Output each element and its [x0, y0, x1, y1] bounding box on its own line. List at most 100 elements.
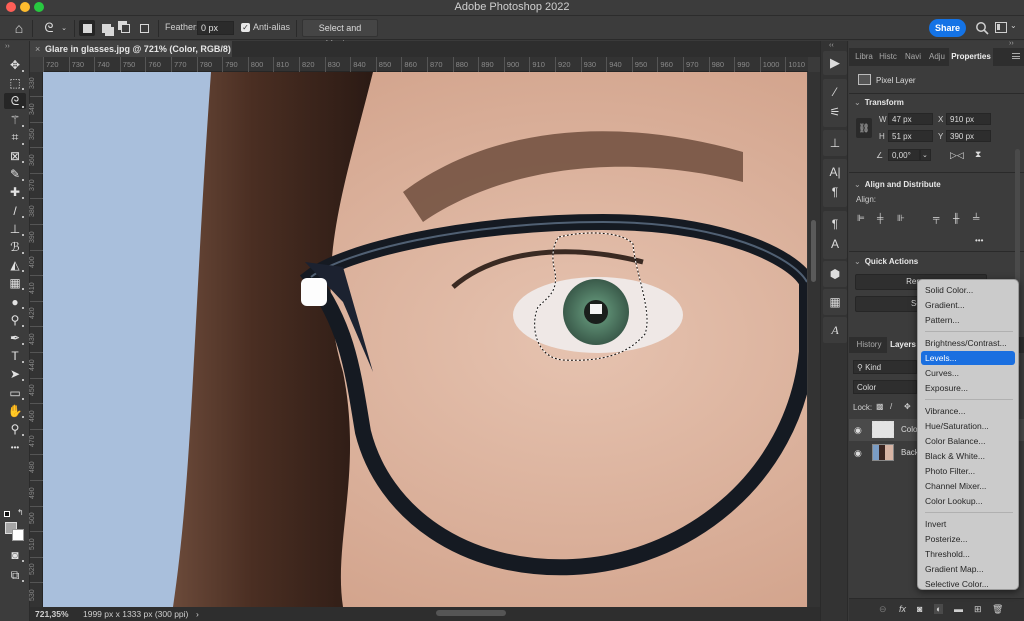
flip-vertical-icon[interactable]: ⧗	[975, 149, 981, 160]
add-to-selection-button[interactable]	[98, 20, 114, 36]
collapse-toolbar-icon[interactable]: ››	[5, 43, 10, 50]
align-section-header[interactable]: ⌄ Align and Distribute	[854, 180, 941, 189]
screen-mode-tool[interactable]: ⧉	[4, 567, 26, 583]
brush-presets-icon[interactable]: ⚟	[823, 103, 847, 121]
flip-horizontal-icon[interactable]: ▷◁	[950, 150, 964, 161]
menu-item-channel-mixer[interactable]: Channel Mixer...	[921, 479, 1015, 493]
zoom-tool[interactable]: ⚲	[4, 421, 26, 437]
align-top-icon[interactable]: ╤	[933, 213, 939, 223]
magic-wand-tool[interactable]: ⚚	[4, 112, 26, 128]
path-selection-tool[interactable]: ➤	[4, 366, 26, 382]
layer-visibility-eye-icon[interactable]: ◉	[854, 448, 862, 459]
history-brush-tool[interactable]: ℬ	[4, 239, 26, 255]
ruler-origin[interactable]	[30, 57, 43, 72]
group-icon[interactable]: ▬	[954, 604, 963, 614]
quick-mask-tool[interactable]: ◙	[4, 547, 26, 563]
home-icon[interactable]: ⌂	[10, 20, 28, 36]
more-tools[interactable]: •••	[4, 439, 26, 455]
tab-navigator[interactable]: Navi	[901, 48, 925, 66]
menu-item-posterize[interactable]: Posterize...	[921, 532, 1015, 546]
marquee-tool[interactable]: ⬚	[4, 75, 26, 91]
menu-item-gradient-map[interactable]: Gradient Map...	[921, 562, 1015, 576]
add-mask-icon[interactable]: ◙	[917, 604, 922, 614]
gradient-tool[interactable]: ▦	[4, 275, 26, 291]
brush-tool[interactable]: /	[4, 203, 26, 219]
menu-item-hue-saturation[interactable]: Hue/Saturation...	[921, 419, 1015, 433]
x-input[interactable]: 910 px	[946, 113, 991, 125]
pen-tool[interactable]: ✒	[4, 330, 26, 346]
close-tab-icon[interactable]: ×	[35, 41, 40, 57]
width-input[interactable]: 47 px	[888, 113, 933, 125]
canvas-vertical-scrollbar[interactable]	[808, 72, 820, 607]
clone-stamp-tool[interactable]: ⊥	[4, 221, 26, 237]
menu-item-levels[interactable]: Levels...	[921, 351, 1015, 365]
angle-dropdown-icon[interactable]: ⌄	[920, 149, 931, 161]
menu-item-threshold[interactable]: Threshold...	[921, 547, 1015, 561]
align-horizontal-center-icon[interactable]: ╪	[877, 213, 883, 223]
fx-icon[interactable]: fx	[899, 604, 906, 614]
workspace-chevron-icon[interactable]: ⌄	[1010, 21, 1017, 30]
lasso-tool[interactable]: ᘓ	[4, 93, 26, 110]
intersect-selection-button[interactable]	[136, 20, 152, 36]
more-align-options-icon[interactable]: •••	[975, 236, 983, 245]
glyphs-icon[interactable]: A	[823, 321, 847, 339]
quick-actions-section-header[interactable]: ⌄ Quick Actions	[854, 257, 918, 266]
transform-section-header[interactable]: ⌄ Transform	[854, 98, 904, 107]
lasso-icon[interactable]: ᘓ	[40, 20, 58, 36]
angle-input[interactable]: 0,00°	[888, 149, 920, 161]
menu-item-pattern[interactable]: Pattern...	[921, 313, 1015, 327]
blend-mode-select[interactable]: Color	[853, 380, 917, 394]
zoom-level[interactable]: 721,35%	[35, 607, 69, 621]
lock-image-pixels-icon[interactable]: /	[890, 402, 892, 411]
layer-filter-kind-select[interactable]: ⚲ Kind	[853, 360, 917, 374]
menu-item-exposure[interactable]: Exposure...	[921, 381, 1015, 395]
tool-preset-chevron-icon[interactable]: ⌄	[60, 20, 68, 36]
hand-tool[interactable]: ✋	[4, 403, 26, 419]
tab-properties[interactable]: Properties	[949, 48, 993, 66]
document-tab[interactable]: × Glare in glasses.jpg @ 721% (Color, RG…	[30, 41, 232, 70]
blur-tool[interactable]: ●	[4, 294, 26, 310]
menu-item-vibrance[interactable]: Vibrance...	[921, 404, 1015, 418]
expand-panel-icon[interactable]: ››	[1009, 40, 1014, 47]
lock-position-icon[interactable]: ✥	[904, 402, 911, 411]
healing-brush-tool[interactable]: ✚	[4, 184, 26, 200]
rectangle-tool[interactable]: ▭	[4, 385, 26, 401]
brush-settings-icon[interactable]: ⁄	[823, 83, 847, 101]
delete-layer-icon[interactable]: 🗑	[992, 604, 1003, 615]
select-and-mask-button[interactable]: Select and Mask...	[302, 19, 378, 49]
status-menu-arrow-icon[interactable]: ›	[196, 607, 199, 621]
play-icon[interactable]: ▶	[823, 54, 847, 72]
character-icon[interactable]: A|	[823, 163, 847, 181]
swap-colors-icon[interactable]: ↰	[17, 508, 24, 517]
height-input[interactable]: 51 px	[888, 130, 933, 142]
tab-history-panel[interactable]: History	[852, 337, 886, 353]
background-color-swatch[interactable]	[12, 529, 24, 541]
frame-tool[interactable]: ⊠	[4, 148, 26, 164]
workspace-layout-icon[interactable]	[995, 22, 1007, 33]
feather-input[interactable]: 0 px	[197, 21, 234, 35]
default-colors-icon[interactable]	[4, 511, 10, 517]
menu-item-brightness-contrast[interactable]: Brightness/Contrast...	[921, 336, 1015, 350]
vertical-scroll-thumb[interactable]	[811, 220, 816, 282]
menu-item-photo-filter[interactable]: Photo Filter...	[921, 464, 1015, 478]
search-icon[interactable]	[975, 21, 989, 35]
menu-item-solid-color[interactable]: Solid Color...	[921, 283, 1015, 297]
subtract-from-selection-button[interactable]	[117, 20, 133, 36]
align-right-icon[interactable]: ⊪	[897, 213, 905, 224]
eraser-tool[interactable]: ◭	[4, 257, 26, 273]
align-vertical-center-icon[interactable]: ╫	[953, 213, 959, 223]
align-left-icon[interactable]: ⊫	[857, 213, 865, 224]
align-bottom-icon[interactable]: ╧	[973, 213, 979, 223]
horizontal-scroll-thumb[interactable]	[436, 610, 506, 616]
menu-item-curves[interactable]: Curves...	[921, 366, 1015, 380]
adjustment-layer-icon[interactable]: ◐	[934, 604, 944, 614]
clone-source-icon[interactable]: ⊥	[823, 134, 847, 152]
collapse-dock-icon[interactable]: ‹‹	[829, 42, 834, 49]
eyedropper-tool[interactable]: ✎	[4, 166, 26, 182]
menu-item-black-white[interactable]: Black & White...	[921, 449, 1015, 463]
panel-menu-icon[interactable]	[1012, 53, 1020, 59]
tab-history[interactable]: Histc	[876, 48, 900, 66]
new-layer-icon[interactable]: ⊞	[974, 604, 982, 615]
new-selection-button[interactable]	[79, 20, 95, 36]
dodge-tool[interactable]: ⚲	[4, 312, 26, 328]
